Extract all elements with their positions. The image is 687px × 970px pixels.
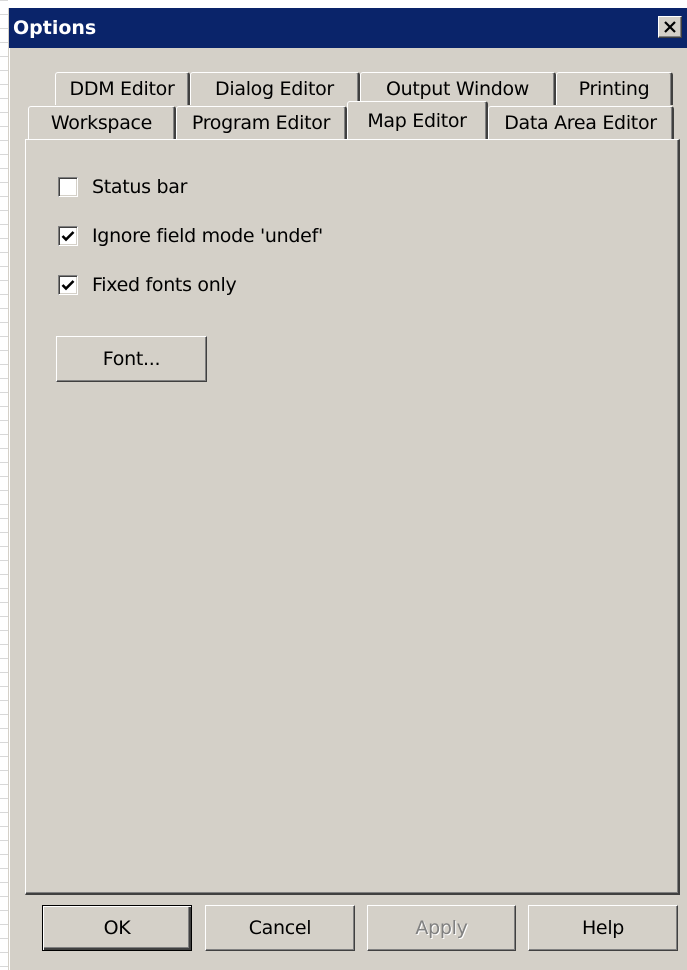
tab-ddm-editor[interactable]: DDM Editor bbox=[55, 72, 190, 105]
tab-dialog-editor[interactable]: Dialog Editor bbox=[190, 72, 360, 105]
tab-label: Printing bbox=[578, 78, 650, 100]
ignore-undef-checkbox[interactable] bbox=[58, 226, 78, 246]
title-bar[interactable]: Options bbox=[9, 8, 687, 48]
tab-label: Output Window bbox=[385, 78, 530, 100]
help-button[interactable]: Help bbox=[528, 905, 678, 951]
tab-data-area-editor[interactable]: Data Area Editor bbox=[488, 106, 674, 139]
status-bar-option[interactable]: Status bar bbox=[58, 176, 187, 198]
tab-label: Program Editor bbox=[191, 112, 331, 134]
tab-label: Dialog Editor bbox=[215, 78, 334, 100]
fixed-fonts-checkbox[interactable] bbox=[58, 275, 78, 295]
close-icon bbox=[664, 21, 676, 33]
checkmark-icon bbox=[61, 231, 75, 242]
tab-label: DDM Editor bbox=[69, 78, 175, 100]
close-button[interactable] bbox=[658, 16, 682, 38]
ok-button[interactable]: OK bbox=[42, 905, 192, 951]
map-editor-panel: Status bar Ignore field mode 'undef' Fix… bbox=[25, 139, 680, 895]
apply-button[interactable]: Apply bbox=[367, 905, 516, 951]
cancel-button[interactable]: Cancel bbox=[205, 905, 355, 951]
font-button[interactable]: Font... bbox=[56, 336, 207, 382]
tab-map-editor[interactable]: Map Editor bbox=[347, 101, 488, 139]
tab-label: Map Editor bbox=[367, 109, 467, 132]
ignore-undef-option[interactable]: Ignore field mode 'undef' bbox=[58, 225, 323, 247]
fixed-fonts-option[interactable]: Fixed fonts only bbox=[58, 274, 237, 296]
fixed-fonts-label: Fixed fonts only bbox=[92, 274, 237, 296]
status-bar-label: Status bar bbox=[92, 176, 188, 198]
tab-workspace[interactable]: Workspace bbox=[28, 106, 176, 139]
tab-label: Data Area Editor bbox=[504, 112, 657, 134]
checkmark-icon bbox=[61, 280, 75, 291]
ignore-undef-label: Ignore field mode 'undef' bbox=[92, 225, 323, 247]
window-title: Options bbox=[13, 17, 97, 39]
status-bar-checkbox[interactable] bbox=[58, 177, 78, 197]
tab-printing[interactable]: Printing bbox=[556, 72, 673, 105]
options-dialog: Options DDM Editor Dialog Editor Output … bbox=[8, 8, 687, 970]
tab-program-editor[interactable]: Program Editor bbox=[176, 106, 347, 139]
tab-label: Workspace bbox=[50, 112, 153, 134]
